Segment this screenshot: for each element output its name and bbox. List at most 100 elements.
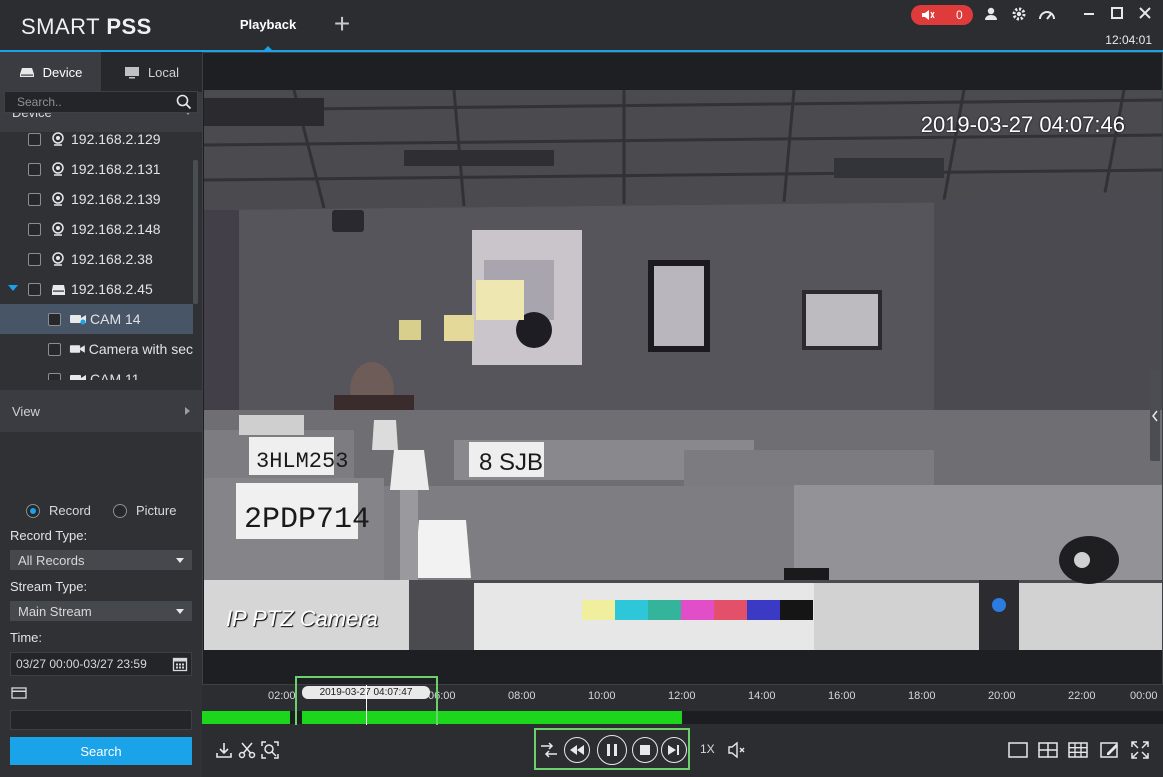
tree-checkbox[interactable] <box>28 132 41 146</box>
timeline-tick: 12:00 <box>668 690 696 702</box>
alarm-button[interactable]: 0 <box>911 5 973 25</box>
tab-device[interactable]: Device <box>0 52 101 92</box>
tree-item-192-168-2-129[interactable]: 192.168.2.129 <box>0 124 193 154</box>
search-button[interactable]: Search <box>10 737 192 765</box>
search-icon[interactable] <box>176 94 192 110</box>
camera-device-icon <box>52 192 64 206</box>
video-frame[interactable]: 3HLM253 2PDP714 8 SJB 2019-03-27 04:07:4… <box>204 90 1162 650</box>
tree-item-label: CAM 11 <box>90 371 140 380</box>
record-type-select[interactable]: All Records <box>10 550 192 570</box>
playback-speed[interactable]: 1X <box>700 742 715 756</box>
layout-1-icon[interactable] <box>1008 740 1028 760</box>
tree-scrollbar[interactable] <box>193 160 198 304</box>
tree-item-192-168-2-131[interactable]: 192.168.2.131 <box>0 154 193 184</box>
layout-4-icon[interactable] <box>1038 740 1058 760</box>
tree-item-camera-with-sec[interactable]: Camera with sec <box>0 334 193 364</box>
card-reader-icon[interactable] <box>11 687 27 699</box>
add-tab-button[interactable]: + <box>330 10 354 38</box>
next-frame-button[interactable] <box>661 737 687 763</box>
pause-icon <box>607 744 617 756</box>
stream-type-label: Stream Type: <box>10 579 88 594</box>
tree-item-label: 192.168.2.148 <box>71 221 161 237</box>
tree-checkbox[interactable] <box>48 312 61 326</box>
rewind-icon <box>570 745 584 755</box>
svg-text:8 SJB: 8 SJB <box>479 449 543 476</box>
stop-button[interactable] <box>632 737 658 763</box>
layout-9-icon[interactable] <box>1068 740 1088 760</box>
time-label: Time: <box>10 630 43 645</box>
tree-checkbox[interactable] <box>28 222 41 236</box>
rewind-button[interactable] <box>564 737 590 763</box>
recording-segment <box>202 711 290 724</box>
edit-layout-icon[interactable] <box>1100 740 1120 760</box>
radio-selected <box>26 503 40 518</box>
tree-item-cam-11[interactable]: CAM 11 <box>0 364 193 380</box>
tree-checkbox[interactable] <box>28 162 41 176</box>
record-radio-label: Record <box>49 503 91 518</box>
minimize-icon[interactable] <box>1080 6 1098 24</box>
timeline-tick: 22:00 <box>1068 690 1096 702</box>
smart-search-icon[interactable] <box>260 740 280 760</box>
download-icon[interactable] <box>214 740 234 760</box>
device-icon <box>19 68 34 77</box>
nvr-device-icon <box>52 284 65 295</box>
camera-device-icon <box>52 222 64 236</box>
maximize-icon[interactable] <box>1108 6 1126 24</box>
tab-local[interactable]: Local <box>101 52 202 92</box>
monitor-icon <box>124 66 139 78</box>
timeline-track[interactable] <box>202 711 1163 724</box>
osd-timestamp: 2019-03-27 04:07:46 <box>920 112 1125 137</box>
chevron-down-icon <box>176 608 184 614</box>
user-icon[interactable] <box>982 6 1000 24</box>
performance-gauge-icon[interactable] <box>1038 6 1056 24</box>
stop-icon <box>640 745 650 755</box>
stream-type-select[interactable]: Main Stream <box>10 601 192 621</box>
device-search-input[interactable] <box>17 95 167 109</box>
picture-radio[interactable]: Picture <box>113 503 176 518</box>
playback-timeline[interactable]: 02:00 04:00 06:00 08:00 10:00 12:00 14:0… <box>202 685 1163 725</box>
record-radio[interactable]: Record <box>26 503 91 518</box>
tree-item-192-168-2-148[interactable]: 192.168.2.148 <box>0 214 193 244</box>
svg-text:3HLM253: 3HLM253 <box>256 449 348 474</box>
fullscreen-icon[interactable] <box>1130 740 1150 760</box>
channel-camera-icon <box>69 345 85 353</box>
calendar-icon[interactable] <box>172 656 188 672</box>
active-tab-caret <box>263 46 273 51</box>
sync-playback-icon[interactable] <box>539 740 559 760</box>
system-clock: 12:04:01 <box>1105 33 1152 47</box>
tab-local-label: Local <box>147 64 180 80</box>
timeline-tick: 06:00 <box>428 690 456 702</box>
view-group-header[interactable]: View <box>0 390 202 432</box>
tree-checkbox[interactable] <box>48 372 61 380</box>
app-logo: SMART PSS <box>21 14 152 39</box>
video-pane[interactable]: 3HLM253 2PDP714 8 SJB 2019-03-27 04:07:4… <box>202 52 1163 685</box>
tree-item-cam-14[interactable]: CAM 14 <box>0 304 193 334</box>
clip-scissors-icon[interactable] <box>237 740 257 760</box>
camera-device-icon <box>52 252 64 266</box>
tree-checkbox[interactable] <box>28 252 41 266</box>
timeline-cursor[interactable] <box>366 685 367 725</box>
office-camera-feed-image: 3HLM253 2PDP714 8 SJB <box>204 90 1162 650</box>
title-bar: SMART PSS Playback + 0 12:04:01 <box>0 0 1163 52</box>
device-search <box>4 91 198 113</box>
tree-item-192-168-2-38[interactable]: 192.168.2.38 <box>0 244 193 274</box>
gear-icon[interactable] <box>1010 6 1028 24</box>
pause-button[interactable] <box>597 735 627 765</box>
tree-item-192-168-2-45[interactable]: 192.168.2.45 <box>0 274 193 304</box>
tab-device-label: Device <box>42 64 83 80</box>
card-number-input[interactable] <box>10 710 192 730</box>
stream-type-value: Main Stream <box>18 603 92 619</box>
tree-item-label: 192.168.2.139 <box>71 191 161 207</box>
expand-triangle-icon[interactable] <box>8 285 18 293</box>
tree-item-192-168-2-139[interactable]: 192.168.2.139 <box>0 184 193 214</box>
time-range-field[interactable]: 03/27 00:00-03/27 23:59 <box>10 652 192 676</box>
tree-checkbox[interactable] <box>28 282 41 296</box>
tab-playback-label: Playback <box>239 17 297 32</box>
tree-checkbox[interactable] <box>48 342 61 356</box>
tree-checkbox[interactable] <box>28 192 41 206</box>
tab-playback[interactable]: Playback <box>226 0 310 51</box>
close-icon[interactable] <box>1136 6 1154 24</box>
device-tree: 192.168.2.129 192.168.2.131 192.168.2.13… <box>0 124 202 380</box>
mute-speaker-icon[interactable] <box>726 740 746 760</box>
collapse-side-panel-handle[interactable] <box>1150 371 1160 461</box>
